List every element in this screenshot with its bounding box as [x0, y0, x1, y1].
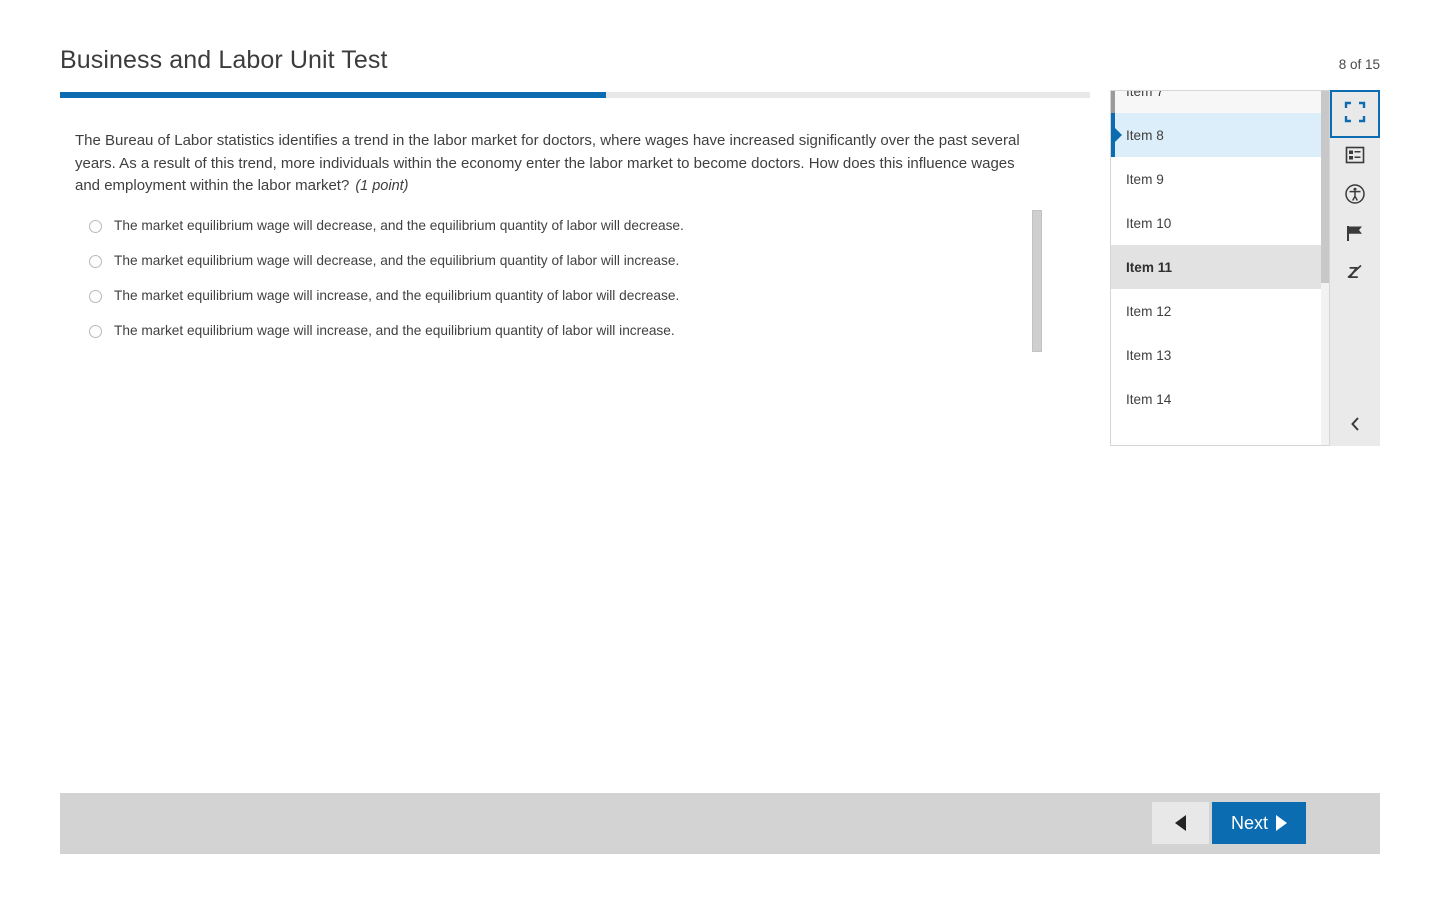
item-list-row[interactable]: Item 8: [1111, 113, 1323, 157]
item-list-scrollbar-thumb[interactable]: [1321, 91, 1329, 283]
item-list-row[interactable]: Item 12: [1111, 289, 1323, 333]
answer-option-label: The market equilibrium wage will decreas…: [114, 252, 680, 268]
fullscreen-icon: [1344, 101, 1366, 128]
answer-option-radio[interactable]: [89, 289, 102, 303]
triangle-left-icon: [1175, 815, 1186, 831]
question-area: The Bureau of Labor statistics identifie…: [60, 112, 1050, 357]
item-list-label: Item 12: [1126, 303, 1172, 319]
answer-option-radio[interactable]: [89, 219, 102, 233]
progress-bar: [60, 92, 1090, 98]
item-list-row[interactable]: Item 7: [1111, 90, 1323, 113]
collapse-panel-button[interactable]: [1330, 406, 1380, 446]
item-list-row[interactable]: Item 14: [1111, 377, 1323, 421]
next-button[interactable]: Next: [1212, 802, 1306, 844]
page-title: Business and Labor Unit Test: [60, 46, 388, 74]
item-review-button[interactable]: [1330, 138, 1380, 177]
question-stem: The Bureau of Labor statistics identifie…: [60, 112, 1050, 198]
tool-rail: Z: [1330, 90, 1380, 446]
item-list-label: Item 11: [1126, 259, 1173, 275]
answer-option[interactable]: The market equilibrium wage will decreas…: [89, 217, 1050, 252]
answer-option[interactable]: The market equilibrium wage will increas…: [89, 287, 1050, 322]
item-state-marker: [1111, 91, 1115, 113]
content-scrollbar[interactable]: [1032, 210, 1042, 352]
question-stem-text: The Bureau of Labor statistics identifie…: [75, 132, 1020, 194]
answer-option-radio[interactable]: [89, 324, 102, 338]
item-list-label: Item 8: [1126, 127, 1164, 143]
item-list-label: Item 9: [1126, 171, 1164, 187]
item-list-row[interactable]: Item 10: [1111, 201, 1323, 245]
item-list: Item 7 Item 8 Item 9 Item 10 Item 11 Item 12 I…: [1111, 90, 1323, 421]
accessibility-icon: [1344, 183, 1366, 210]
item-list-row[interactable]: Item 9: [1111, 157, 1323, 201]
assessment-page: Business and Labor Unit Test 8 of 15 The…: [0, 0, 1440, 900]
item-counter: 8 of 15: [1338, 57, 1380, 72]
item-list-label: Item 10: [1126, 215, 1172, 231]
item-navigation-panel: Item 7 Item 8 Item 9 Item 10 Item 11 Item 12 I…: [1110, 90, 1330, 446]
answer-option-label: The market equilibrium wage will increas…: [114, 287, 680, 303]
answer-options: The market equilibrium wage will decreas…: [60, 217, 1050, 357]
chevron-left-icon: [1348, 416, 1362, 437]
item-list-scrollbar[interactable]: [1321, 91, 1329, 445]
item-list-label: Item 13: [1126, 347, 1172, 363]
footer-bar: Next: [60, 793, 1380, 854]
item-list-label: Item 14: [1126, 391, 1172, 407]
item-review-icon: [1345, 145, 1365, 170]
item-list-row[interactable]: Item 13: [1111, 333, 1323, 377]
flag-icon: [1345, 223, 1365, 248]
answer-option[interactable]: The market equilibrium wage will increas…: [89, 322, 1050, 357]
progress-bar-fill: [60, 92, 606, 98]
previous-button[interactable]: [1152, 802, 1209, 844]
question-point-value: (1 point): [355, 178, 409, 194]
current-item-arrow-icon: [1115, 128, 1122, 142]
line-reader-off-button[interactable]: Z: [1330, 255, 1380, 294]
triangle-right-icon: [1276, 815, 1287, 831]
next-button-label: Next: [1230, 812, 1268, 833]
item-list-label: Item 7: [1126, 90, 1164, 99]
answer-option[interactable]: The market equilibrium wage will decreas…: [89, 252, 1050, 287]
accessibility-button[interactable]: [1330, 177, 1380, 216]
answer-option-radio[interactable]: [89, 254, 102, 268]
answer-option-label: The market equilibrium wage will decreas…: [114, 217, 684, 233]
line-reader-off-icon: Z: [1345, 262, 1365, 287]
fullscreen-button[interactable]: [1330, 90, 1380, 138]
flag-button[interactable]: [1330, 216, 1380, 255]
item-list-row[interactable]: Item 11: [1111, 245, 1323, 289]
answer-option-label: The market equilibrium wage will increas…: [114, 322, 675, 338]
